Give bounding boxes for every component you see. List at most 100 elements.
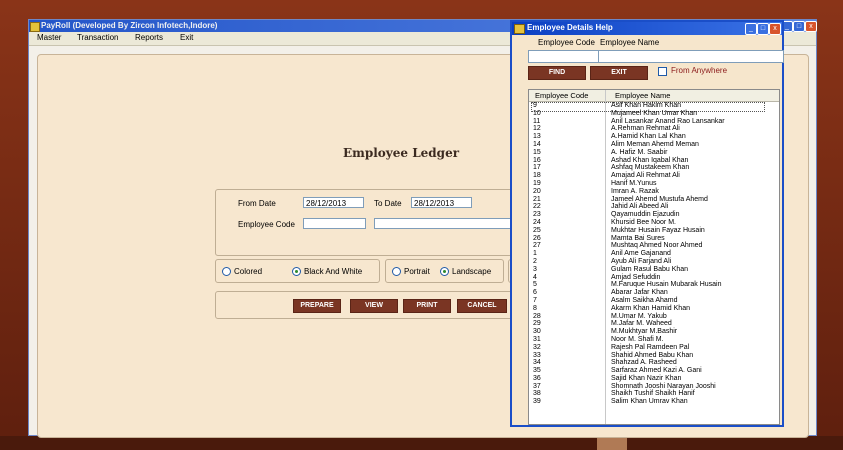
dialog-app-icon bbox=[514, 24, 525, 34]
table-row[interactable]: 36 Sajid Khan Nazir Khan bbox=[529, 375, 779, 383]
table-row[interactable]: 25 Mukhtar Husain Fayaz Husain bbox=[529, 227, 779, 235]
table-row[interactable]: 4 Amjad Sefuddin bbox=[529, 274, 779, 282]
table-row[interactable]: 11 Anil Lasankar Anand Rao Lansankar bbox=[529, 118, 779, 126]
portrait-label: Portrait bbox=[404, 267, 430, 276]
employee-name-cell: Abarar Jafar Khan bbox=[611, 289, 668, 297]
name-search-input[interactable] bbox=[598, 50, 784, 63]
employee-code-cell: 28 bbox=[533, 312, 541, 320]
menu-master[interactable]: Master bbox=[37, 33, 61, 42]
employee-name-cell: Mamta Bai Sures bbox=[611, 234, 665, 242]
table-row[interactable]: 19 Hanif M.Yunus bbox=[529, 180, 779, 188]
menu-transaction[interactable]: Transaction bbox=[77, 33, 119, 42]
table-row[interactable]: 31 Noor M. Shafi M. bbox=[529, 336, 779, 344]
exit-dialog-button[interactable]: EXIT bbox=[590, 66, 648, 80]
to-date-field[interactable]: 28/12/2013 bbox=[411, 197, 472, 208]
employee-code-cell: 10 bbox=[533, 109, 541, 117]
orientation-option-group: Portrait Landscape bbox=[385, 259, 504, 283]
employee-name-cell: Akarm Khan Hamid Khan bbox=[611, 304, 690, 312]
table-row[interactable]: 29 M.Jafar M. Waheed bbox=[529, 320, 779, 328]
table-row[interactable]: 3 Gulam Rasul Babu Khan bbox=[529, 266, 779, 274]
black-and-white-radio[interactable] bbox=[292, 267, 301, 276]
employee-code-cell: 25 bbox=[533, 226, 541, 234]
table-row[interactable]: 23 Qayamuddin Ejazudin bbox=[529, 211, 779, 219]
print-button[interactable]: PRINT bbox=[403, 299, 451, 313]
employee-name-cell: Amajad Ali Rehmat Ali bbox=[611, 172, 680, 180]
table-row[interactable]: 15 A. Hafiz M. Saabir bbox=[529, 149, 779, 157]
dialog-close-icon[interactable]: x bbox=[769, 23, 781, 35]
table-row[interactable]: 6 Abarar Jafar Khan bbox=[529, 289, 779, 297]
table-row[interactable]: 2 Ayub Ali Farjand Ali bbox=[529, 258, 779, 266]
table-row[interactable]: 14 Alim Meman Ahemd Meman bbox=[529, 141, 779, 149]
table-row[interactable]: 38 Shaikh Tushif Shaikh Hanif bbox=[529, 390, 779, 398]
table-row[interactable]: 9 Asif Khan Hakim Khan bbox=[529, 102, 779, 110]
table-row[interactable]: 20 Imran A. Razak bbox=[529, 188, 779, 196]
portrait-radio[interactable] bbox=[392, 267, 401, 276]
table-row[interactable]: 27 Mushtaq Ahmed Noor Ahmed bbox=[529, 242, 779, 250]
employee-code-cell: 12 bbox=[533, 125, 541, 133]
employee-code-cell: 33 bbox=[533, 351, 541, 359]
maximize-icon[interactable]: □ bbox=[793, 21, 805, 32]
table-row[interactable]: 21 Jameel Ahemd Mustufa Ahemd bbox=[529, 196, 779, 204]
from-date-label: From Date bbox=[238, 199, 276, 208]
close-icon[interactable]: x bbox=[805, 21, 817, 32]
employee-name-cell: Imran A. Razak bbox=[611, 187, 659, 195]
table-row[interactable]: 30 M.Mukhtyar M.Bashir bbox=[529, 328, 779, 336]
table-row[interactable]: 39 Salim Khan Umrav Khan bbox=[529, 398, 779, 406]
employee-name-cell: Alim Meman Ahemd Meman bbox=[611, 140, 699, 148]
employee-code-cell: 5 bbox=[533, 281, 537, 289]
employee-code-cell: 19 bbox=[533, 179, 541, 187]
colored-radio[interactable] bbox=[222, 267, 231, 276]
employee-code-cell: 37 bbox=[533, 382, 541, 390]
dialog-maximize-icon[interactable]: □ bbox=[757, 23, 769, 35]
table-row[interactable]: 24 Khursid Bee Noor M. bbox=[529, 219, 779, 227]
table-row[interactable]: 1 Anil Ame Gajanand bbox=[529, 250, 779, 258]
table-row[interactable]: 22 Jahid Ali Abeed Ali bbox=[529, 203, 779, 211]
employee-code-cell: 17 bbox=[533, 164, 541, 172]
employee-code-cell: 4 bbox=[533, 273, 537, 281]
black-and-white-label: Black And White bbox=[304, 267, 363, 276]
table-row[interactable]: 37 Shomnath Jooshi Narayan Jooshi bbox=[529, 383, 779, 391]
employee-code-cell: 34 bbox=[533, 359, 541, 367]
employee-grid[interactable]: Employee Code Employee Name 9 Asif Khan H… bbox=[528, 89, 780, 425]
table-row[interactable]: 10 Mujameel Khan Umar Khan bbox=[529, 110, 779, 118]
employee-name-cell: Asalm Saikha Ahamd bbox=[611, 296, 678, 304]
options-row: Colored Black And White Portrait Landsca… bbox=[215, 259, 547, 285]
employee-name-cell: A.Rehman Rehmat Ali bbox=[611, 125, 680, 133]
table-row[interactable]: 28 M.Umar M. Yakub bbox=[529, 313, 779, 321]
table-row[interactable]: 12 A.Rehman Rehmat Ali bbox=[529, 125, 779, 133]
employee-code-cell: 11 bbox=[533, 117, 541, 125]
from-anywhere-checkbox[interactable] bbox=[658, 67, 667, 76]
column-header-code[interactable]: Employee Code bbox=[535, 91, 588, 100]
table-row[interactable]: 13 A.Hamid Khan Lal Khan bbox=[529, 133, 779, 141]
prepare-button[interactable]: PREPARE bbox=[293, 299, 341, 313]
cancel-button[interactable]: CANCEL bbox=[457, 299, 507, 313]
desktop-floor bbox=[0, 436, 843, 450]
table-row[interactable]: 33 Shahid Ahmed Babu Khan bbox=[529, 352, 779, 360]
menu-reports[interactable]: Reports bbox=[135, 33, 163, 42]
landscape-radio[interactable] bbox=[440, 267, 449, 276]
table-row[interactable]: 18 Amajad Ali Rehmat Ali bbox=[529, 172, 779, 180]
menu-exit[interactable]: Exit bbox=[180, 33, 193, 42]
table-row[interactable]: 7 Asalm Saikha Ahamd bbox=[529, 297, 779, 305]
dialog-minimize-icon[interactable]: _ bbox=[745, 23, 757, 35]
table-row[interactable]: 16 Ashad Khan Iqabal Khan bbox=[529, 157, 779, 165]
code-search-input[interactable] bbox=[528, 50, 599, 63]
employee-name-cell: Hanif M.Yunus bbox=[611, 179, 657, 187]
table-row[interactable]: 26 Mamta Bai Sures bbox=[529, 235, 779, 243]
employee-name-cell: Qayamuddin Ejazudin bbox=[611, 211, 680, 219]
find-button[interactable]: FIND bbox=[528, 66, 586, 80]
employee-name-cell: Rajesh Pal Ramdeen Pal bbox=[611, 343, 690, 351]
employee-code-cell: 38 bbox=[533, 390, 541, 398]
table-row[interactable]: 5 M.Faruque Husain Mubarak Husain bbox=[529, 281, 779, 289]
column-header-name[interactable]: Employee Name bbox=[615, 91, 670, 100]
table-row[interactable]: 8 Akarm Khan Hamid Khan bbox=[529, 305, 779, 313]
view-button[interactable]: VIEW bbox=[350, 299, 398, 313]
employee-code-input[interactable] bbox=[303, 218, 366, 229]
table-row[interactable]: 17 Ashfaq Mustakeem Khan bbox=[529, 164, 779, 172]
table-row[interactable]: 35 Sarfaraz Ahmed Kazi A. Gani bbox=[529, 367, 779, 375]
table-row[interactable]: 32 Rajesh Pal Ramdeen Pal bbox=[529, 344, 779, 352]
window-title: PayRoll (Developed By Zircon Infotech,In… bbox=[41, 21, 218, 30]
page-title: Employee Ledger bbox=[343, 146, 460, 160]
table-row[interactable]: 34 Shahzad A. Rasheed bbox=[529, 359, 779, 367]
from-date-field[interactable]: 28/12/2013 bbox=[303, 197, 364, 208]
